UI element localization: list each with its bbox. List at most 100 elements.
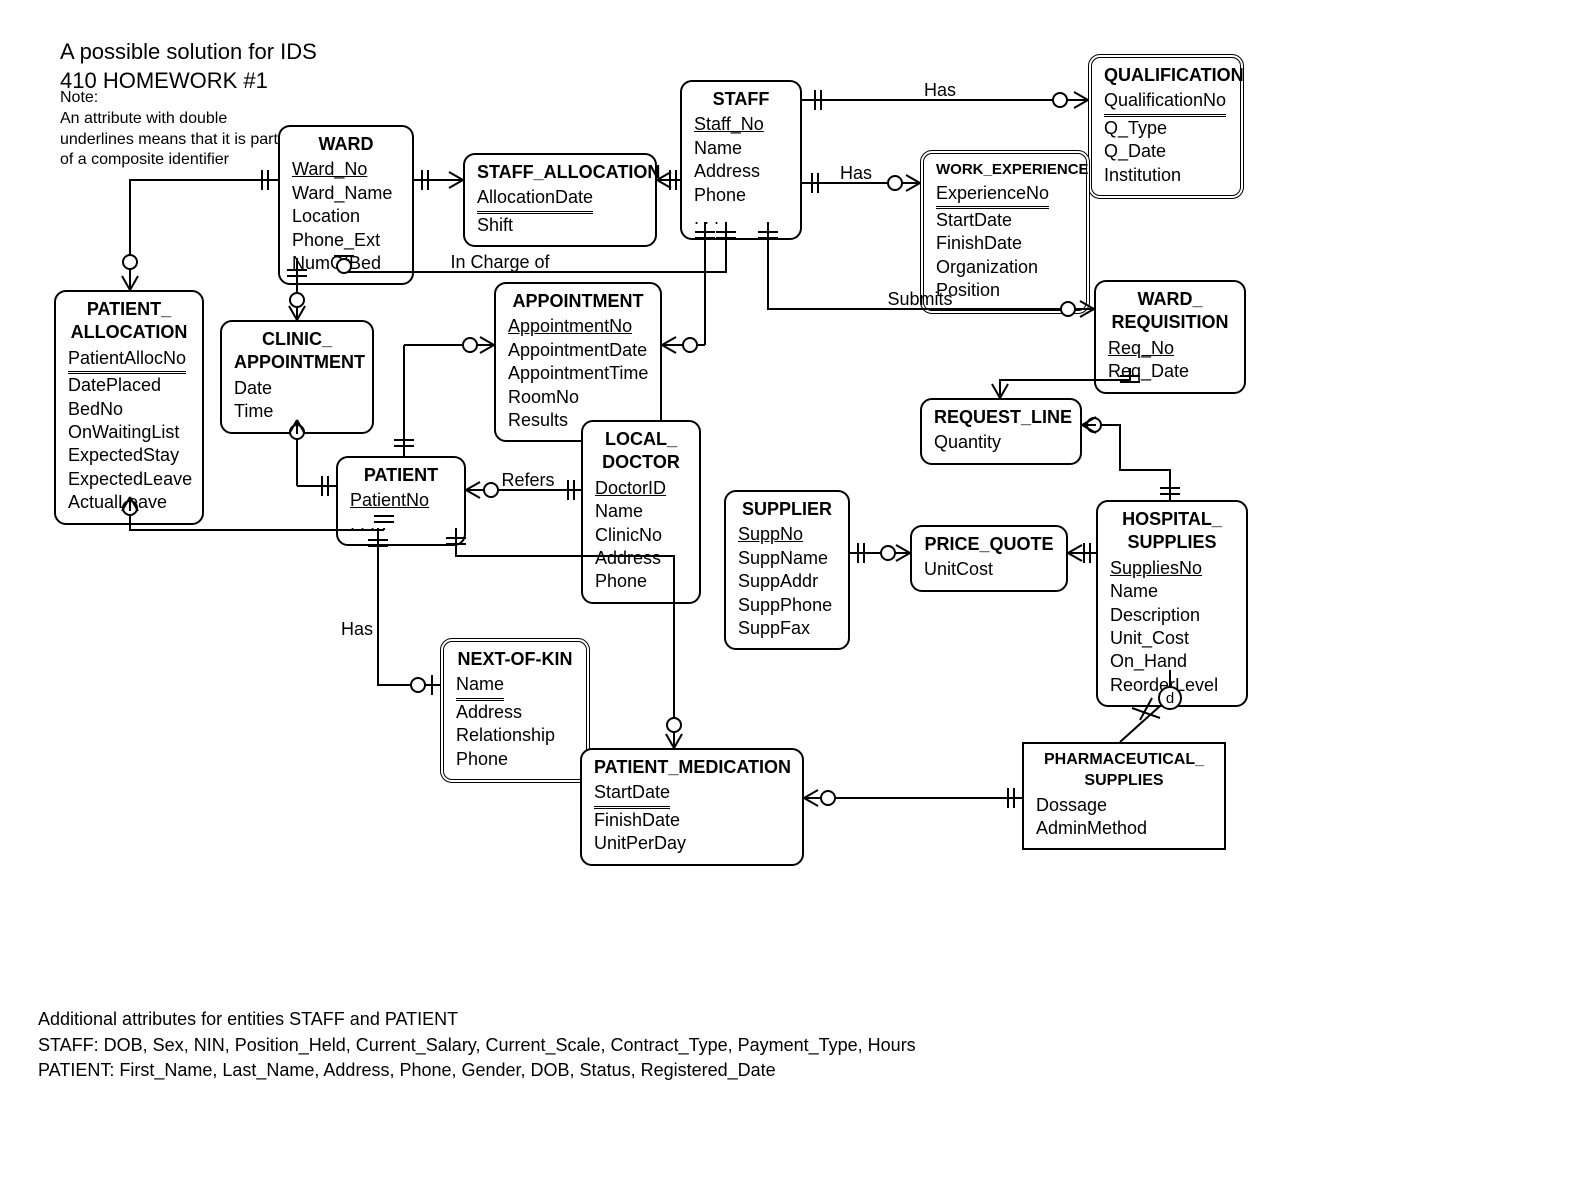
attr: ExpectedStay <box>68 444 190 467</box>
attr: UnitPerDay <box>594 832 790 855</box>
entity-label: STAFF_ALLOCATION <box>477 161 643 186</box>
entity-local-doctor: LOCAL_DOCTOR DoctorID Name ClinicNo Addr… <box>581 420 701 604</box>
attr: FinishDate <box>936 232 1074 255</box>
attr-req-no: Req_No <box>1108 337 1232 360</box>
entity-label: PATIENT <box>350 464 452 489</box>
entity-appointment: APPOINTMENT AppointmentNo AppointmentDat… <box>494 282 662 442</box>
attr: DatePlaced <box>68 374 190 397</box>
entity-request-line: REQUEST_LINE Quantity <box>920 398 1082 465</box>
entity-label: APPOINTMENT <box>508 290 648 315</box>
entity-label: CLINIC_APPOINTMENT <box>234 328 360 377</box>
attr: Description <box>1110 604 1234 627</box>
attr: SuppFax <box>738 617 836 640</box>
attr: UnitCost <box>924 558 1054 581</box>
attr: On_Hand <box>1110 650 1234 673</box>
label-has: Has <box>924 80 956 100</box>
attr: ClinicNo <box>595 524 687 547</box>
label-in-charge: In Charge of <box>450 252 550 272</box>
entity-label: HOSPITAL_SUPPLIES <box>1110 508 1234 557</box>
entity-price-quote: PRICE_QUOTE UnitCost <box>910 525 1068 592</box>
attr: Organization <box>936 256 1074 279</box>
attr: Phone_Ext <box>292 229 400 252</box>
attr-appointment-no: AppointmentNo <box>508 315 648 338</box>
label-has: Has <box>840 163 872 183</box>
attr: Address <box>595 547 687 570</box>
note: Note: An attribute with double underline… <box>60 88 290 171</box>
attr: Position <box>936 279 1074 302</box>
attr: Req_Date <box>1108 360 1232 383</box>
entity-patient: PATIENT PatientNo . . . <box>336 456 466 546</box>
entity-staff: STAFF Staff_No Name Address Phone . . . <box>680 80 802 240</box>
attr-supp-no: SuppNo <box>738 523 836 546</box>
attr: Address <box>456 701 574 724</box>
attr: SuppName <box>738 547 836 570</box>
attr: RoomNo <box>508 386 648 409</box>
attr-patient-no: PatientNo <box>350 489 452 512</box>
entity-work-experience: WORK_EXPERIENCE ExperienceNo StartDate F… <box>920 150 1090 314</box>
attr: Phone <box>456 748 574 771</box>
attr: . . . <box>350 513 452 536</box>
entity-label: WORK_EXPERIENCE <box>936 160 1074 182</box>
attr-ward-no: Ward_No <box>292 158 400 181</box>
attr: Institution <box>1104 164 1228 187</box>
attr: StartDate <box>936 209 1074 232</box>
attr: OnWaitingList <box>68 421 190 444</box>
entity-label: SUPPLIER <box>738 498 836 523</box>
attr: FinishDate <box>594 809 790 832</box>
attr: AppointmentTime <box>508 362 648 385</box>
attr: Q_Date <box>1104 140 1228 163</box>
attr: Shift <box>477 214 643 237</box>
attr: Unit_Cost <box>1110 627 1234 650</box>
attr: Phone <box>595 570 687 593</box>
page-title: A possible solution for IDS 410 HOMEWORK… <box>60 38 317 95</box>
attr: Name <box>1110 580 1234 603</box>
entity-label: PATIENT_MEDICATION <box>594 756 790 781</box>
entity-label: QUALIFICATION <box>1104 64 1228 89</box>
attr: . . . <box>694 207 788 230</box>
attr: Name <box>595 500 687 523</box>
attr: Location <box>292 205 400 228</box>
footer-notes: Additional attributes for entities STAFF… <box>38 1007 916 1083</box>
entity-next-of-kin: NEXT-OF-KIN Name Address Relationship Ph… <box>440 638 590 783</box>
entity-patient-allocation: PATIENT_ALLOCATION PatientAllocNo DatePl… <box>54 290 204 525</box>
entity-pharmaceutical-supplies: PHARMACEUTICAL_SUPPLIES Dossage AdminMet… <box>1022 742 1226 850</box>
attr: Time <box>234 400 360 423</box>
attr: SuppPhone <box>738 594 836 617</box>
label-has: Has <box>341 619 373 639</box>
entity-ward: WARD Ward_No Ward_Name Location Phone_Ex… <box>278 125 414 285</box>
attr: BedNo <box>68 398 190 421</box>
attr-nok-name: Name <box>456 673 504 700</box>
attr-experience-no: ExperienceNo <box>936 182 1049 209</box>
attr-allocation-date: AllocationDate <box>477 186 593 213</box>
attr: Ward_Name <box>292 182 400 205</box>
entity-label: PRICE_QUOTE <box>924 533 1054 558</box>
entity-label: PATIENT_ALLOCATION <box>68 298 190 347</box>
entity-label: WARD_REQUISITION <box>1108 288 1232 337</box>
attr: Relationship <box>456 724 574 747</box>
attr-doctor-id: DoctorID <box>595 477 687 500</box>
entity-label: NEXT-OF-KIN <box>456 648 574 673</box>
attr: Address <box>694 160 788 183</box>
attr: SuppAddr <box>738 570 836 593</box>
attr: Q_Type <box>1104 117 1228 140</box>
entity-label: WARD <box>292 133 400 158</box>
attr: ActualLeave <box>68 491 190 514</box>
entity-label: PHARMACEUTICAL_SUPPLIES <box>1036 750 1212 794</box>
entity-label: STAFF <box>694 88 788 113</box>
entity-patient-medication: PATIENT_MEDICATION StartDate FinishDate … <box>580 748 804 866</box>
attr-qualification-no: QualificationNo <box>1104 89 1226 116</box>
entity-ward-requisition: WARD_REQUISITION Req_No Req_Date <box>1094 280 1246 394</box>
attr: ExpectedLeave <box>68 468 190 491</box>
entity-staff-allocation: STAFF_ALLOCATION AllocationDate Shift <box>463 153 657 247</box>
attr: AppointmentDate <box>508 339 648 362</box>
entity-qualification: QUALIFICATION QualificationNo Q_Type Q_D… <box>1088 54 1244 199</box>
attr-pat-alloc-no: PatientAllocNo <box>68 347 186 374</box>
attr: AdminMethod <box>1036 817 1212 840</box>
entity-hospital-supplies: HOSPITAL_SUPPLIES SuppliesNo Name Descri… <box>1096 500 1248 707</box>
attr-start-date: StartDate <box>594 781 670 808</box>
label-refers: Refers <box>501 470 554 490</box>
entity-supplier: SUPPLIER SuppNo SuppName SuppAddr SuppPh… <box>724 490 850 650</box>
attr: Date <box>234 377 360 400</box>
attr-supplies-no: SuppliesNo <box>1110 557 1234 580</box>
attr-staff-no: Staff_No <box>694 113 788 136</box>
